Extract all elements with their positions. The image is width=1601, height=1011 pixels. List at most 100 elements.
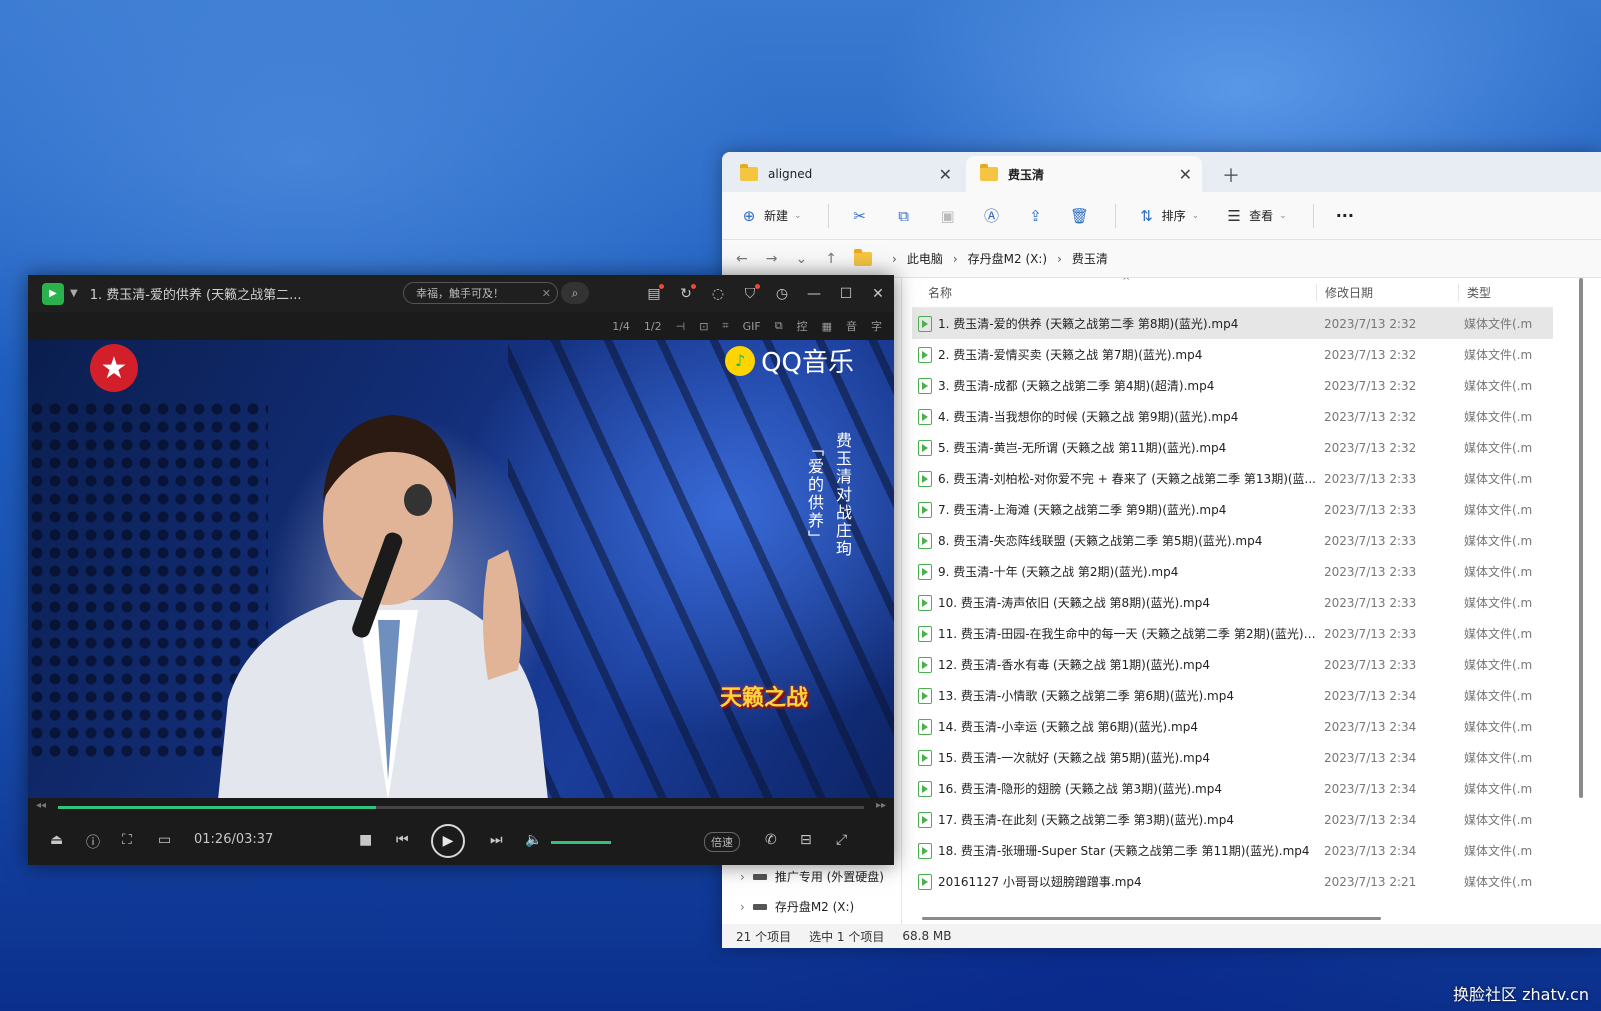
nav-item-promo-drive[interactable]: › 推广专用 (外置硬盘) xyxy=(740,868,884,885)
seek-back-icon[interactable]: ◂◂ xyxy=(36,800,46,811)
video-caption-left: 「爱的供养」 xyxy=(805,440,824,548)
player-tool-1[interactable]: 1/2 xyxy=(644,320,662,333)
player-tool-8[interactable]: ▦ xyxy=(822,320,832,333)
screen-capture-icon[interactable]: ⛶ xyxy=(122,832,132,848)
subtitle-icon[interactable]: ▭ xyxy=(158,832,171,848)
search-icon[interactable]: ⌕ xyxy=(561,282,589,304)
paste-button[interactable]: ▣ xyxy=(939,207,957,225)
file-row[interactable]: 16. 费玉清-隐形的翅膀 (天籁之战 第3期)(蓝光).mp4 2023/7/1… xyxy=(912,773,1553,804)
maximize-icon[interactable]: ☐ xyxy=(830,286,862,302)
previous-icon[interactable]: ⏮ xyxy=(396,832,409,848)
stop-icon[interactable]: ■ xyxy=(359,832,372,848)
video-file-icon xyxy=(918,346,932,363)
file-row[interactable]: 6. 费玉清-刘柏松-对你爱不完 + 春来了 (天籁之战第二季 第13期)(蓝.… xyxy=(912,463,1553,494)
file-row[interactable]: 2. 费玉清-爱情买卖 (天籁之战 第7期)(蓝光).mp4 2023/7/13 … xyxy=(912,339,1553,370)
video-frame[interactable]: ★ ♪ QQ音乐 费玉清对战庄珣 「爱的供养」 天籁之战 xyxy=(28,340,894,798)
volume-slider[interactable] xyxy=(551,841,611,844)
seek-forward-icon[interactable]: ▸▸ xyxy=(876,800,886,811)
player-logo-icon[interactable]: ▶ xyxy=(42,282,64,305)
tab-aligned[interactable]: aligned ✕ xyxy=(726,156,962,192)
more-button[interactable]: ··· xyxy=(1336,206,1354,225)
up-arrow-icon[interactable]: ↑ xyxy=(825,251,837,267)
player-tool-7[interactable]: 控 xyxy=(797,318,808,334)
chevron-down-icon[interactable]: ▼ xyxy=(70,288,78,299)
player-tool-5[interactable]: GIF xyxy=(743,320,761,333)
clock-icon[interactable]: ◷ xyxy=(766,286,798,302)
toolbox-icon[interactable]: ⊟ xyxy=(800,832,812,848)
chevron-right-icon[interactable]: › xyxy=(740,870,745,884)
file-row[interactable]: 12. 费玉清-香水有毒 (天籁之战 第1期)(蓝光).mp4 2023/7/13… xyxy=(912,649,1553,680)
close-icon[interactable]: ✕ xyxy=(862,286,894,302)
tab-feiyuqing[interactable]: 费玉清 ✕ xyxy=(966,156,1202,192)
breadcrumb-item[interactable]: 此电脑 xyxy=(907,250,943,267)
sync-icon[interactable]: ↻ xyxy=(670,283,702,302)
phone-icon[interactable]: ✆ xyxy=(765,832,777,848)
player-search-input[interactable]: 幸福，触手可及！ ✕ xyxy=(403,282,558,304)
file-row[interactable]: 7. 费玉清-上海滩 (天籁之战第二季 第9期)(蓝光).mp4 2023/7/1… xyxy=(912,494,1553,525)
video-file-icon xyxy=(918,811,932,828)
player-tool-3[interactable]: ⊡ xyxy=(699,320,708,333)
new-tab-button[interactable]: ＋ xyxy=(1222,162,1240,188)
column-date[interactable]: 修改日期 xyxy=(1316,284,1458,301)
file-row[interactable]: 4. 费玉清-当我想你的时候 (天籁之战 第9期)(蓝光).mp4 2023/7/… xyxy=(912,401,1553,432)
close-icon[interactable]: ✕ xyxy=(1179,165,1192,184)
shirt-icon[interactable]: ⛉ xyxy=(734,283,766,302)
vertical-scrollbar[interactable] xyxy=(1579,278,1583,798)
file-row[interactable]: 9. 费玉清-十年 (天籁之战 第2期)(蓝光).mp4 2023/7/13 2:… xyxy=(912,556,1553,587)
volume-icon[interactable]: 🔈 xyxy=(525,832,542,848)
back-arrow-icon[interactable]: ← xyxy=(736,251,748,267)
skin-icon[interactable]: ◌ xyxy=(702,286,734,302)
file-name-cell: 9. 费玉清-十年 (天籁之战 第2期)(蓝光).mp4 xyxy=(912,563,1316,580)
file-row[interactable]: 11. 费玉清-田园-在我生命中的每一天 (天籁之战第二季 第2期)(蓝光)..… xyxy=(912,618,1553,649)
player-tool-9[interactable]: 音 xyxy=(846,318,857,334)
sort-icon: ⇅ xyxy=(1140,206,1153,225)
file-row[interactable]: 3. 费玉清-成都 (天籁之战第二季 第4期)(超清).mp4 2023/7/13… xyxy=(912,370,1553,401)
sort-button[interactable]: ⇅ 排序 ⌄ xyxy=(1138,206,1199,225)
share-button[interactable]: ⇪ xyxy=(1027,207,1045,225)
forward-arrow-icon[interactable]: → xyxy=(766,251,778,267)
speed-button[interactable]: 倍速 xyxy=(704,832,740,852)
player-tool-6[interactable]: ⧉ xyxy=(775,319,783,333)
new-button[interactable]: ⊕ 新建 ⌄ xyxy=(740,207,802,225)
fullscreen-icon[interactable]: ⤢ xyxy=(836,832,847,848)
file-row[interactable]: 17. 费玉清-在此刻 (天籁之战第二季 第3期)(蓝光).mp4 2023/7/… xyxy=(912,804,1553,835)
info-icon[interactable]: ⓘ xyxy=(86,832,100,852)
file-row[interactable]: 10. 费玉清-涛声依旧 (天籁之战 第8期)(蓝光).mp4 2023/7/13… xyxy=(912,587,1553,618)
file-row[interactable]: 8. 费玉清-失恋阵线联盟 (天籁之战第二季 第5期)(蓝光).mp4 2023/… xyxy=(912,525,1553,556)
player-tool-2[interactable]: ⊣ xyxy=(676,320,686,333)
file-row[interactable]: 15. 费玉清-一次就好 (天籁之战 第5期)(蓝光).mp4 2023/7/13… xyxy=(912,742,1553,773)
recent-chevron-icon[interactable]: ⌄ xyxy=(795,251,807,267)
next-icon[interactable]: ⏭ xyxy=(490,832,503,848)
cut-button[interactable]: ✂ xyxy=(851,207,869,225)
clipboard-icon[interactable]: ▤ xyxy=(638,283,670,302)
view-button[interactable]: ☰ 查看 ⌄ xyxy=(1225,206,1286,225)
minimize-icon[interactable]: — xyxy=(798,286,830,302)
file-row[interactable]: 1. 费玉清-爱的供养 (天籁之战第二季 第8期)(蓝光).mp4 2023/7/… xyxy=(912,308,1553,339)
file-row[interactable]: 18. 费玉清-张珊珊-Super Star (天籁之战第二季 第11期)(蓝光… xyxy=(912,835,1553,866)
horizontal-scrollbar[interactable] xyxy=(922,917,1381,920)
breadcrumb[interactable]: › 此电脑 › 存丹盘M2 (X:) › 费玉清 xyxy=(854,248,1108,267)
file-date: 2023/7/13 2:33 xyxy=(1324,564,1417,579)
file-row[interactable]: 13. 费玉清-小情歌 (天籁之战第二季 第6期)(蓝光).mp4 2023/7/… xyxy=(912,680,1553,711)
player-tool-10[interactable]: 字 xyxy=(871,318,882,334)
column-name[interactable]: 名称 xyxy=(912,284,1316,301)
player-tool-4[interactable]: ⌗ xyxy=(722,319,728,333)
file-row[interactable]: 20161127 小哥哥以翅膀蹭蹭事.mp4 2023/7/13 2:21 媒体文件… xyxy=(912,866,1553,897)
column-type[interactable]: 类型 xyxy=(1458,284,1491,301)
close-icon[interactable]: ✕ xyxy=(939,165,952,184)
rename-button[interactable]: Ⓐ xyxy=(983,207,1001,225)
file-row[interactable]: 5. 费玉清-黄岂-无所谓 (天籁之战 第11期)(蓝光).mp4 2023/7/… xyxy=(912,432,1553,463)
breadcrumb-item[interactable]: 费玉清 xyxy=(1072,250,1108,267)
copy-button[interactable]: ⧉ xyxy=(895,207,913,225)
clear-icon[interactable]: ✕ xyxy=(542,287,551,300)
chevron-right-icon[interactable]: › xyxy=(740,900,745,914)
view-list-icon: ☰ xyxy=(1227,206,1241,225)
player-tool-0[interactable]: 1/4 xyxy=(612,320,630,333)
nav-item-m2-drive[interactable]: › 存丹盘M2 (X:) xyxy=(740,898,854,915)
delete-button[interactable]: 🗑 xyxy=(1070,207,1089,225)
seek-bar[interactable] xyxy=(58,806,864,809)
breadcrumb-item[interactable]: 存丹盘M2 (X:) xyxy=(968,250,1047,267)
play-button[interactable]: ▶ xyxy=(431,824,465,858)
file-row[interactable]: 14. 费玉清-小幸运 (天籁之战 第6期)(蓝光).mp4 2023/7/13 … xyxy=(912,711,1553,742)
eject-icon[interactable]: ⏏ xyxy=(50,832,63,848)
